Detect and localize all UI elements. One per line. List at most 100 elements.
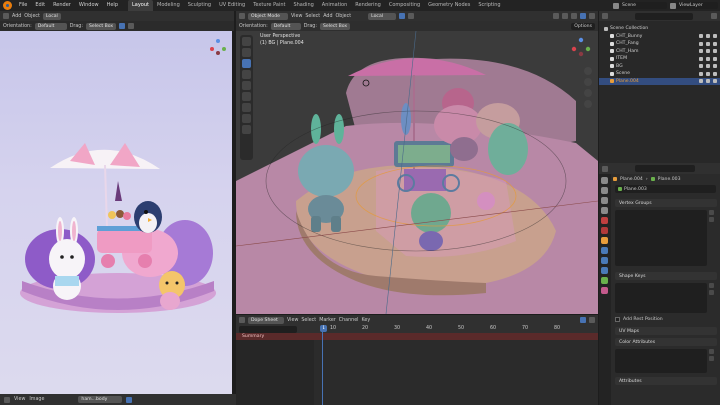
color-attributes-header[interactable]: Color Attributes [615, 338, 717, 346]
scale-tool-icon[interactable] [242, 81, 251, 90]
outliner-item[interactable]: CHT_Fang [599, 40, 720, 48]
perspective-toggle-icon[interactable] [584, 100, 592, 108]
add-cube-tool-icon[interactable] [242, 125, 251, 134]
viewport-menu-view[interactable]: View [291, 14, 302, 19]
dope-menu-view[interactable]: View [287, 318, 298, 323]
particles-tab-icon[interactable] [601, 257, 608, 264]
viewport-proportional-icon[interactable] [408, 13, 415, 19]
snap-icon[interactable] [118, 23, 125, 29]
solid-shading-icon[interactable] [571, 13, 577, 19]
view-layer-selector[interactable]: ViewLayer [676, 2, 718, 9]
vertex-groups-header[interactable]: Vertex Groups [615, 199, 717, 207]
camera-view-icon[interactable] [584, 89, 592, 97]
tab-sculpting[interactable]: Sculpting [184, 0, 215, 11]
menu-edit[interactable]: Edit [31, 0, 49, 11]
visibility-toggles[interactable] [699, 49, 720, 54]
shape-keys-list[interactable] [615, 283, 707, 313]
dope-channel-search[interactable] [239, 325, 297, 333]
properties-editor-type-icon[interactable] [602, 165, 608, 172]
physics-tab-icon[interactable] [601, 267, 608, 274]
mode-selector[interactable]: Object Mode [248, 12, 288, 20]
xray-icon[interactable] [562, 13, 568, 19]
3d-viewport[interactable]: User Perspective (1) BG | Plane.004 [236, 31, 598, 314]
tab-modeling[interactable]: Modeling [153, 0, 184, 11]
tab-rendering[interactable]: Rendering [351, 0, 385, 11]
visibility-toggles[interactable] [699, 41, 720, 46]
transform-tool-icon[interactable] [242, 92, 251, 101]
shape-keys-header[interactable]: Shape Keys [615, 272, 717, 280]
viewport-options-button[interactable]: Options [571, 22, 595, 30]
dope-menu-channel[interactable]: Channel [339, 318, 359, 323]
outliner-item[interactable]: BG [599, 63, 720, 71]
image-view-menu[interactable]: View [14, 397, 25, 402]
properties-search[interactable] [635, 165, 695, 172]
object-tab-icon[interactable] [601, 237, 608, 244]
annotate-tool-icon[interactable] [242, 103, 251, 112]
add-icon[interactable] [709, 283, 714, 288]
rotate-tool-icon[interactable] [242, 70, 251, 79]
left-drag-select[interactable]: Select Box [85, 22, 116, 30]
world-tab-icon[interactable] [601, 227, 608, 234]
outliner-editor-type-icon[interactable] [602, 13, 608, 19]
modifier-tab-icon[interactable] [601, 247, 608, 254]
uv-maps-header[interactable]: UV Maps [615, 327, 717, 335]
dope-editor-type-icon[interactable] [239, 317, 245, 323]
dope-menu-select[interactable]: Select [301, 318, 316, 323]
outliner-item[interactable]: CHT_Ham [599, 48, 720, 56]
tab-layout[interactable]: Layout [128, 0, 153, 11]
filter-icon[interactable] [711, 13, 717, 19]
visibility-toggles[interactable] [699, 34, 720, 39]
add-icon[interactable] [709, 349, 714, 354]
material-shading-icon[interactable] [580, 13, 586, 19]
tab-animation[interactable]: Animation [318, 0, 352, 11]
image-name-field[interactable]: ham...body [78, 396, 123, 403]
proportional-icon[interactable] [127, 23, 134, 29]
image-image-menu[interactable]: Image [29, 397, 44, 402]
vertex-groups-list[interactable] [615, 210, 707, 266]
visibility-toggles[interactable] [699, 64, 720, 69]
viewport-menu-add[interactable]: Add [323, 14, 332, 19]
pin-icon[interactable] [126, 396, 133, 403]
data-tab-icon[interactable] [601, 277, 608, 284]
output-tab-icon[interactable] [601, 197, 608, 204]
tab-texture-paint[interactable]: Texture Paint [249, 0, 289, 11]
outliner-item[interactable]: Scene [599, 70, 720, 78]
left-add-menu[interactable]: Add [12, 14, 21, 19]
add-rest-position-checkbox[interactable] [615, 317, 620, 322]
viewport-orientation-select[interactable]: Default [270, 22, 301, 30]
dope-snap-icon[interactable] [589, 317, 595, 323]
viewport-transform-select[interactable]: Local [368, 12, 397, 20]
dope-menu-marker[interactable]: Marker [319, 318, 336, 323]
menu-help[interactable]: Help [103, 0, 122, 11]
blender-logo-icon[interactable] [3, 1, 12, 10]
render-tab-icon[interactable] [601, 187, 608, 194]
navigation-gizmo[interactable] [208, 37, 228, 57]
remove-icon[interactable] [709, 356, 714, 361]
outliner-search[interactable] [635, 12, 693, 20]
viewport-menu-object[interactable]: Object [336, 14, 352, 19]
render-preview-viewport[interactable] [0, 31, 234, 394]
outliner-item[interactable]: ITEM [599, 55, 720, 63]
rendered-shading-icon[interactable] [589, 13, 595, 19]
visibility-toggles[interactable] [699, 71, 720, 76]
tab-scripting[interactable]: Scripting [474, 0, 504, 11]
tab-compositing[interactable]: Compositing [385, 0, 424, 11]
dope-summary-row[interactable]: Summary [236, 333, 598, 340]
color-attributes-list[interactable] [615, 349, 707, 373]
dope-filter-icon[interactable] [580, 317, 586, 323]
left-object-menu[interactable]: Object [24, 14, 40, 19]
scene-tab-icon[interactable] [601, 217, 608, 224]
outliner-scene-collection[interactable]: Scene Collection [599, 25, 720, 33]
editor-type-icon[interactable] [3, 13, 9, 19]
material-tab-icon[interactable] [601, 287, 608, 294]
select-tool-icon[interactable] [242, 48, 251, 57]
zoom-icon[interactable] [584, 67, 592, 75]
menu-render[interactable]: Render [49, 0, 75, 11]
mesh-datablock-field[interactable]: Plane.003 [615, 185, 716, 193]
pan-icon[interactable] [584, 78, 592, 86]
visibility-toggles[interactable] [699, 79, 720, 84]
view-layer-tab-icon[interactable] [601, 207, 608, 214]
dope-menu-key[interactable]: Key [362, 318, 371, 323]
viewport-navigation-gizmo[interactable] [570, 36, 592, 58]
image-editor-type-icon[interactable] [4, 396, 10, 403]
